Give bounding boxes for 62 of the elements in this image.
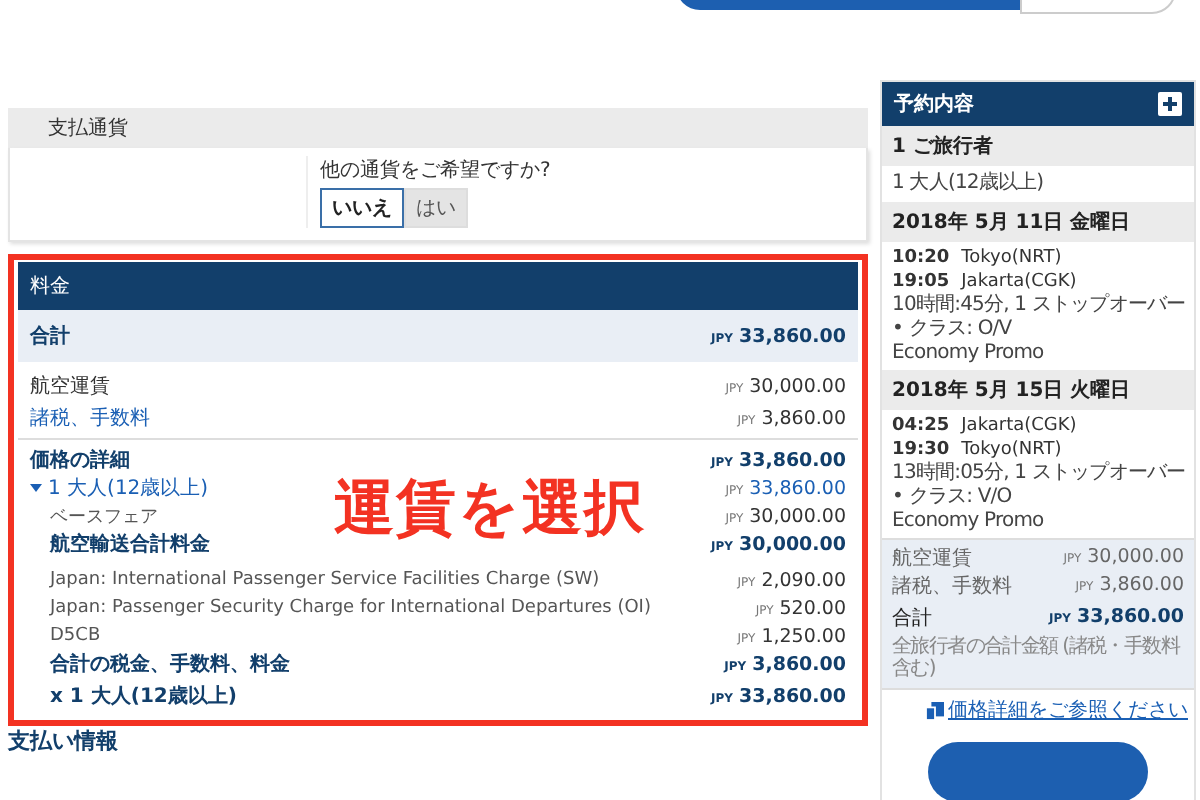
flight-date: 2018年 5月 15日 火曜日	[892, 380, 1131, 402]
flight-time: 10:20	[892, 246, 950, 270]
toggle-option[interactable]: はい	[404, 188, 468, 228]
amount: 520.00	[779, 597, 846, 619]
flight-duration: 10時間:45分, 1 ストップオーバー	[892, 294, 1184, 318]
charge-label: Japan: Passenger Security Charge for International Departures (OI)	[50, 598, 651, 618]
flight-time: 19:05	[892, 270, 950, 293]
traveler-line: 1 大人(12歳以上)	[892, 172, 1046, 196]
next-button[interactable]	[928, 742, 1148, 800]
fare-class: • クラス: V/O	[892, 486, 1014, 510]
price-label: 航空運賃	[892, 545, 972, 571]
section-title: 支払い情報	[8, 726, 120, 756]
amount: 3,860.00	[1099, 572, 1184, 598]
subtotal-label: x 1 大人(12歳以上)	[50, 683, 237, 710]
price-label: 諸税、手数料	[892, 573, 1012, 599]
amount: 33,860.00	[1077, 604, 1184, 630]
amount: 33,860.00	[739, 325, 846, 347]
amount: 30,000.00	[749, 375, 846, 397]
amount: 3,860.00	[761, 407, 846, 429]
section-title: 1 ご旅行者	[892, 136, 993, 158]
amount: 1,250.00	[761, 625, 846, 647]
amount: 30,000.00	[749, 505, 846, 527]
panel-title: 予約内容	[894, 90, 974, 118]
airport: Jakarta(CGK)	[961, 270, 1077, 294]
annotation-text: 運賃を選択	[334, 472, 646, 548]
cabin-name: Economy Promo	[892, 342, 1046, 366]
amount: 33,860.00	[739, 449, 846, 471]
amount: 2,090.00	[761, 569, 846, 591]
charge-label: Japan: International Passenger Service Facilities Charge (SW)	[50, 570, 600, 590]
amount: 33,860.00	[749, 477, 846, 499]
amount: 30,000.00	[1087, 544, 1184, 570]
airport: Tokyo(NRT)	[961, 438, 1062, 462]
toggle-option[interactable]: いいえ	[320, 188, 404, 228]
flight-duration: 13時間:05分, 1 ストップオーバー	[892, 462, 1184, 486]
section-title: 料金	[30, 276, 70, 298]
price-note: 全旅行者の合計金額 (諸税・手数料含む)	[892, 636, 1182, 680]
flight-date: 2018年 5月 11日 金曜日	[892, 212, 1131, 234]
total-label: 合計	[30, 323, 70, 350]
expand-icon[interactable]	[1158, 92, 1182, 116]
amount: 3,860.00	[752, 653, 846, 675]
passenger-toggle[interactable]: 1 大人(12歳以上)	[30, 474, 209, 502]
caret-icon	[30, 484, 42, 492]
flight-time: 04:25	[892, 414, 950, 438]
details-title: 価格の詳細	[30, 447, 130, 474]
amount: 33,860.00	[739, 685, 846, 707]
airport: Jakarta(CGK)	[961, 414, 1077, 438]
currency-question: 他の通貨をご希望ですか?	[320, 157, 553, 184]
price-details-link[interactable]: 価格詳細をご参照ください	[948, 696, 1188, 724]
cabin-name: Economy Promo	[892, 510, 1046, 534]
subtotal-label: 航空輸送合計料金	[50, 530, 210, 558]
fare-class: • クラス: O/V	[892, 318, 1014, 342]
amount: 30,000.00	[739, 533, 846, 555]
charge-label: D5CB	[50, 626, 101, 646]
subtotal-label: 合計の税金、手数料、料金	[50, 651, 290, 678]
airport: Tokyo(NRT)	[961, 246, 1062, 270]
charge-label: ベースフェア	[50, 505, 158, 529]
document-icon	[926, 701, 944, 719]
flight-time: 19:30	[892, 438, 950, 461]
fare-label: 航空運賃	[30, 373, 110, 400]
section-title: 支払通貨	[48, 118, 128, 140]
total-label: 合計	[892, 605, 932, 631]
fee-link[interactable]: 諸税、手数料	[30, 404, 150, 432]
